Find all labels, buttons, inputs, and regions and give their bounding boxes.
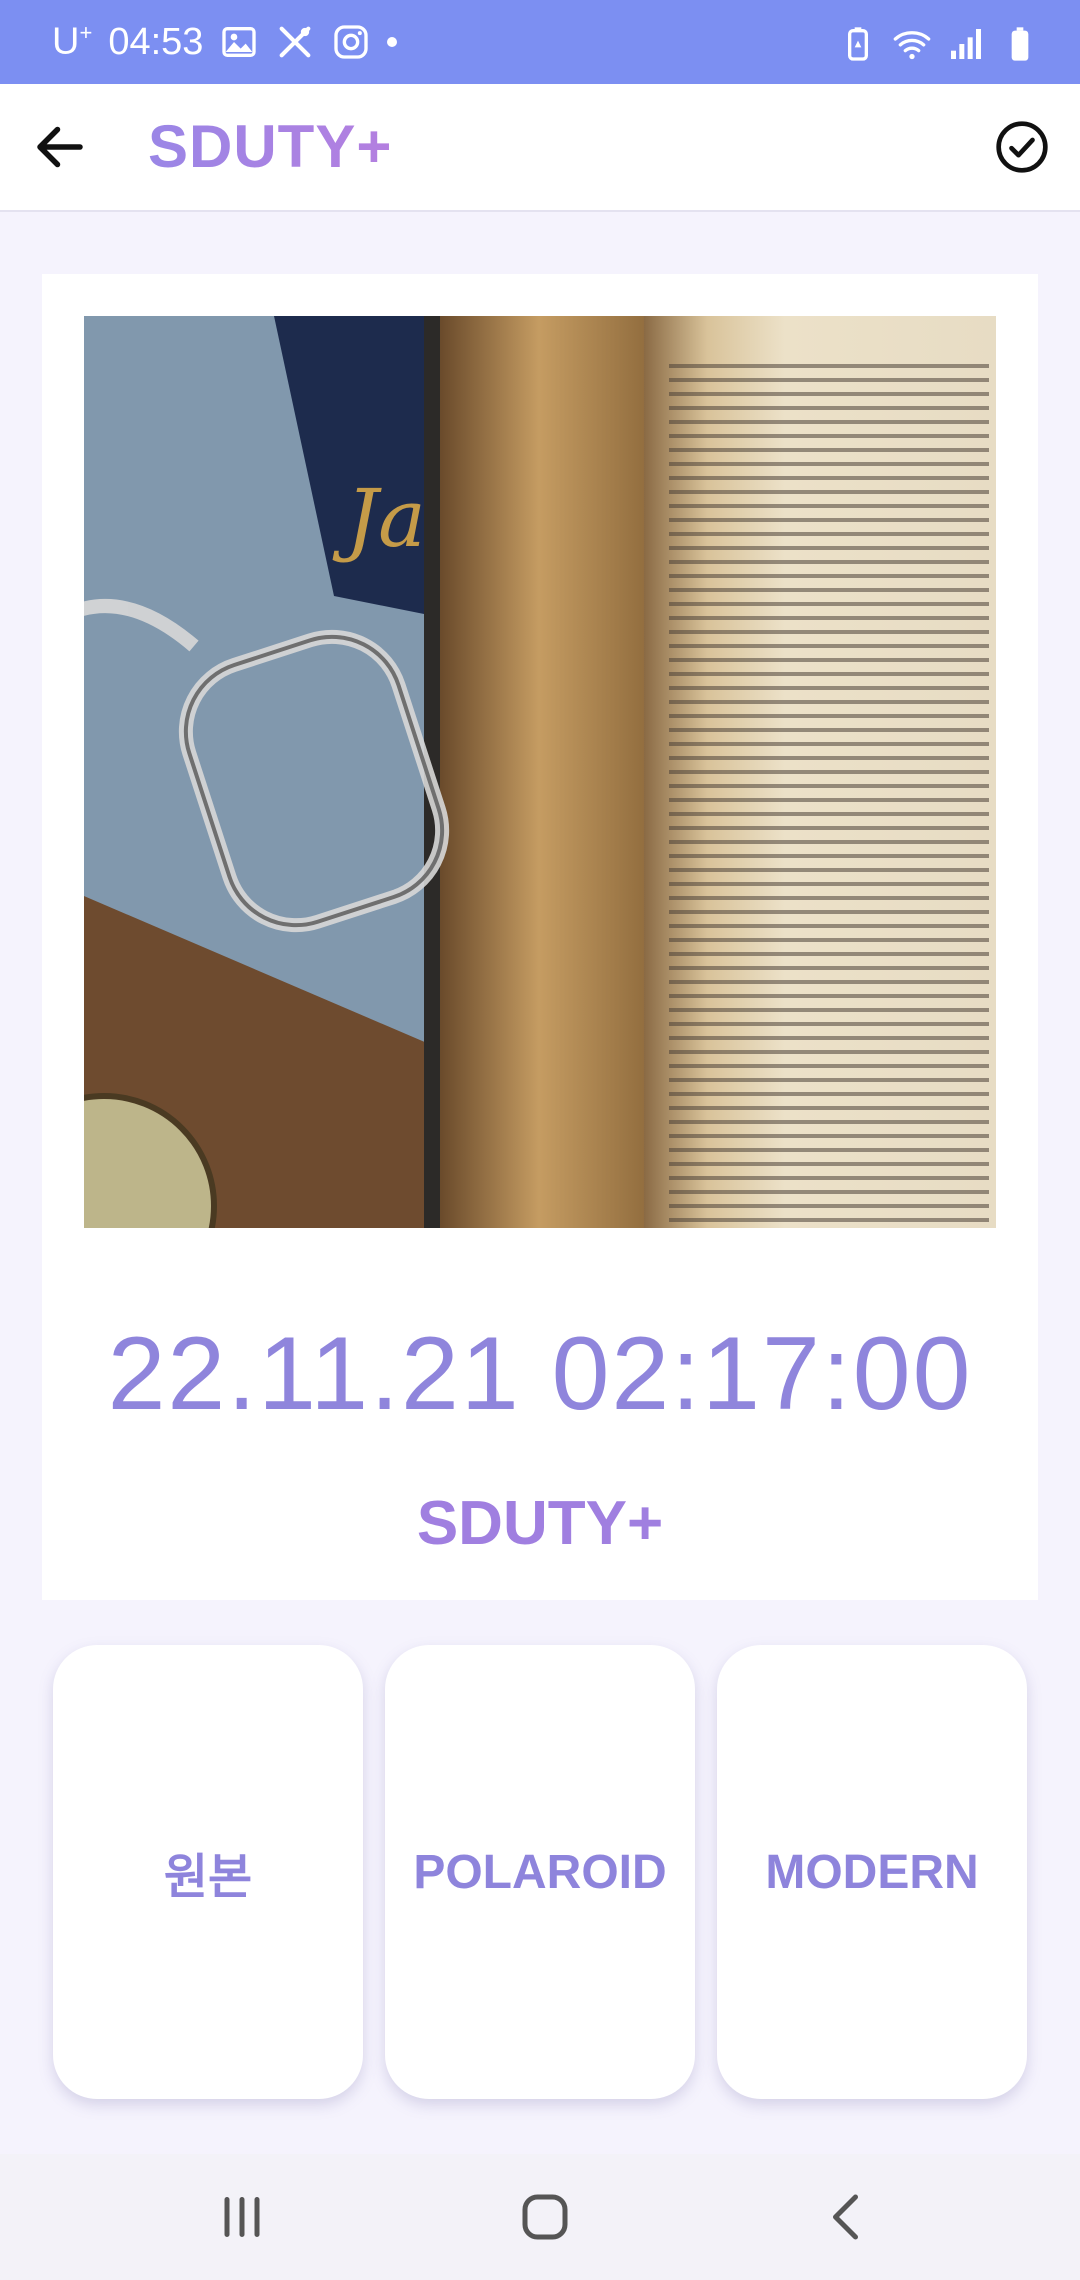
app-title: SDUTY+ — [148, 113, 393, 180]
filter-original-button[interactable]: 원본 — [53, 1645, 363, 2099]
home-icon[interactable] — [515, 2187, 575, 2247]
filter-modern-button[interactable]: MODERN — [717, 1645, 1027, 2099]
filter-polaroid-button[interactable]: POLAROID — [385, 1645, 695, 2099]
status-time: 04:53 — [108, 20, 204, 63]
signal-icon — [951, 29, 981, 59]
arrow-left-icon[interactable] — [30, 117, 90, 177]
check-circle-icon[interactable] — [994, 119, 1050, 175]
filter-polaroid-label: POLAROID — [413, 1845, 667, 1899]
carrier-label: U+ — [52, 20, 93, 63]
photo-image: Ja — [84, 316, 996, 1228]
filter-modern-label: MODERN — [765, 1845, 979, 1899]
recent-apps-icon[interactable] — [212, 2187, 272, 2247]
app-bar: SDUTY+ — [0, 84, 1080, 212]
card-brand-label: SDUTY+ — [416, 1489, 664, 1558]
tools-icon — [279, 26, 311, 58]
back-icon[interactable] — [818, 2187, 878, 2247]
status-bar: U+ 04:53 — [0, 0, 1080, 84]
status-left: U+ 04:53 — [52, 20, 398, 64]
wifi-icon — [893, 31, 931, 60]
image-icon — [222, 27, 257, 57]
battery-saver-icon — [848, 27, 868, 61]
photo-timestamp: 22.11.21 02:17:00 — [107, 1316, 973, 1432]
filter-original-label: 원본 — [163, 1851, 253, 1904]
svg-text:Ja: Ja — [332, 472, 426, 565]
instagram-icon — [334, 25, 369, 59]
status-right — [838, 22, 1040, 66]
system-nav-bar — [0, 2154, 1080, 2280]
dot-icon — [387, 37, 398, 47]
photo-card: Ja 22.11.21 02:17:00 SDUTY+ — [42, 274, 1038, 1600]
battery-icon — [1011, 27, 1029, 61]
